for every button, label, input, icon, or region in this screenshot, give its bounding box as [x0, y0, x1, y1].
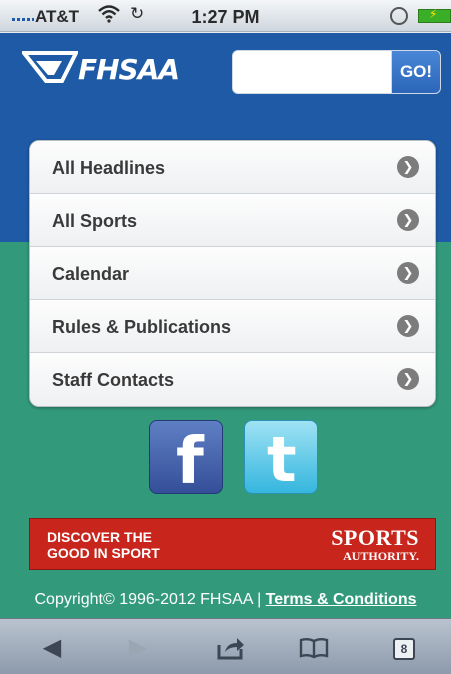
- clock: 1:27 PM: [191, 7, 260, 27]
- menu-item-label: All Sports: [52, 211, 138, 231]
- menu-item-label: Calendar: [52, 264, 130, 284]
- chevron-right-icon: ❯: [397, 209, 419, 231]
- sports-authority-banner[interactable]: DISCOVER THE GOOD IN SPORT SPORTS AUTHOR…: [29, 518, 436, 570]
- status-bar: AT&T ↻ 1:27 PM: [0, 0, 451, 32]
- footer: Copyright© 1996-2012 FHSAA | Terms & Con…: [0, 591, 451, 609]
- banner-tagline-line1: DISCOVER THE: [47, 529, 153, 545]
- twitter-icon[interactable]: t: [244, 420, 318, 496]
- banner-brand-line1: SPORTS: [331, 525, 419, 550]
- chevron-right-icon: ❯: [397, 315, 419, 337]
- fhsaa-logo[interactable]: FHSAA: [19, 47, 232, 87]
- shield-icon: [19, 51, 80, 83]
- share-icon[interactable]: [210, 631, 250, 665]
- back-icon[interactable]: ◀: [32, 631, 72, 665]
- facebook-glyph: f: [176, 425, 204, 499]
- menu-item-label: Staff Contacts: [52, 370, 175, 390]
- menu-item-label: Rules & Publications: [52, 317, 232, 337]
- terms-link[interactable]: Terms & Conditions: [266, 591, 417, 608]
- battery-icon: [418, 7, 451, 23]
- banner-brand: SPORTS AUTHORITY.: [331, 525, 419, 564]
- search-button[interactable]: GO!: [391, 50, 441, 94]
- chevron-right-icon: ❯: [397, 156, 419, 178]
- banner-brand-line2: AUTHORITY.: [343, 549, 419, 563]
- main-menu: All Headlines ❯ All Sports ❯ Calendar ❯ …: [29, 140, 436, 407]
- menu-item-label: All Headlines: [52, 158, 166, 178]
- pages-count: 8: [393, 638, 415, 660]
- chevron-right-icon: ❯: [397, 368, 419, 390]
- chevron-right-icon: ❯: [397, 262, 419, 284]
- menu-item-all-headlines[interactable]: All Headlines ❯: [30, 141, 435, 194]
- copyright-text: Copyright© 1996-2012 FHSAA |: [34, 591, 266, 608]
- menu-item-all-sports[interactable]: All Sports ❯: [30, 194, 435, 247]
- browser-toolbar: ◀ ▶ 8: [0, 618, 451, 674]
- rotation-lock-icon: [390, 7, 408, 25]
- forward-icon[interactable]: ▶: [118, 631, 158, 665]
- banner-tagline: DISCOVER THE GOOD IN SPORT: [47, 529, 160, 561]
- bookmarks-icon[interactable]: [294, 631, 334, 665]
- twitter-glyph: t: [267, 423, 297, 496]
- search-input[interactable]: [232, 50, 392, 94]
- menu-item-staff-contacts[interactable]: Staff Contacts ❯: [30, 353, 435, 406]
- menu-item-rules-publications[interactable]: Rules & Publications ❯: [30, 300, 435, 353]
- facebook-icon[interactable]: f: [149, 420, 223, 499]
- menu-item-calendar[interactable]: Calendar ❯: [30, 247, 435, 300]
- banner-tagline-line2: GOOD IN SPORT: [47, 545, 160, 561]
- logo-text: FHSAA: [78, 53, 180, 86]
- pages-icon[interactable]: 8: [385, 631, 425, 665]
